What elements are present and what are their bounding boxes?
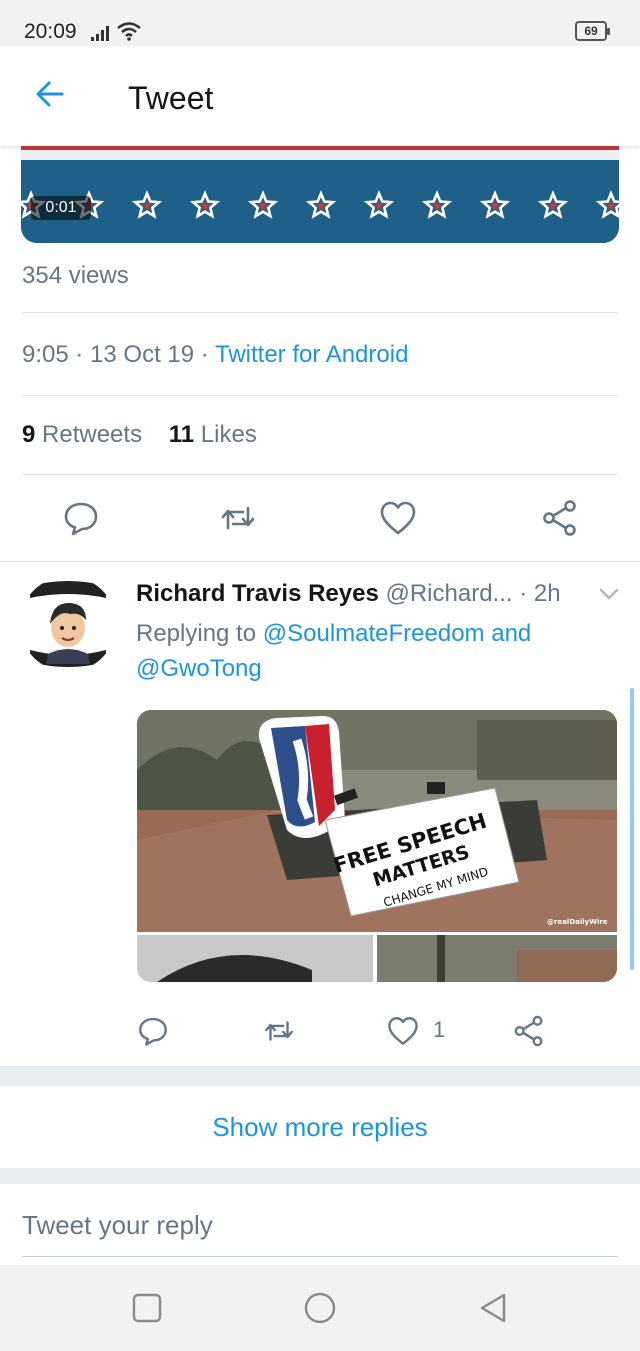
reply-author-name[interactable]: Richard Travis Reyes	[136, 580, 379, 607]
reply-input[interactable]: Tweet your reply	[22, 1197, 618, 1257]
tweet-source-link[interactable]: Twitter for Android	[215, 341, 408, 368]
media-watermark: @realDailyWire	[547, 918, 608, 926]
divider	[0, 561, 640, 562]
app-header: Tweet	[0, 46, 640, 146]
retweet-icon[interactable]	[218, 498, 258, 538]
retweets-stat[interactable]: 9 Retweets	[22, 421, 142, 448]
likes-stat[interactable]: 11 Likes	[169, 421, 257, 448]
scrollbar[interactable]	[630, 688, 634, 970]
tweet-media[interactable]: FREE SPEECH MATTERS CHANGE MY MIND @real…	[137, 710, 617, 982]
media-image: FREE SPEECH MATTERS CHANGE MY MIND @real…	[137, 710, 617, 982]
reply-time: · 2h	[512, 580, 561, 607]
video-duration: 0:01	[31, 196, 91, 220]
page-title: Tweet	[128, 80, 214, 116]
back-icon[interactable]	[476, 1291, 510, 1325]
mention-link[interactable]: @GwoTong	[136, 655, 262, 682]
video-frame-strip	[21, 146, 619, 160]
replying-to: Replying to @SoulmateFreedom and @GwoTon…	[136, 616, 606, 686]
reply-author-handle: @Richard...	[378, 580, 513, 607]
retweets-label: Retweets	[35, 421, 143, 448]
reply-icon[interactable]	[61, 498, 101, 538]
avatar-cartoon-icon	[20, 576, 116, 672]
share-icon[interactable]	[512, 1014, 546, 1048]
reply-icon[interactable]	[136, 1014, 170, 1048]
tweet-timestamp: 9:05 · 13 Oct 19 ·	[22, 341, 215, 368]
signal-icon	[91, 26, 109, 41]
wifi-icon	[117, 22, 141, 41]
status-bar: 20:09 69	[0, 0, 640, 46]
video-stars-pattern	[21, 190, 619, 219]
recent-apps-icon[interactable]	[130, 1291, 164, 1325]
replying-and: and	[484, 620, 532, 647]
retweets-count: 9	[22, 421, 36, 448]
video-player[interactable]: 0:01	[21, 146, 619, 243]
divider	[22, 312, 618, 313]
tweet-meta: 9:05 · 13 Oct 19 · Twitter for Android	[22, 341, 408, 369]
tweet-stats: 9 Retweets 11 Likes	[22, 421, 257, 449]
divider	[22, 474, 618, 475]
replying-prefix: Replying to	[136, 620, 263, 647]
reply-header: Richard Travis Reyes @Richard... · 2h	[136, 580, 561, 608]
battery-indicator: 69	[575, 21, 610, 41]
chevron-down-icon[interactable]	[598, 587, 620, 601]
status-time: 20:09	[24, 20, 77, 43]
reply-like-count: 1	[433, 1017, 446, 1042]
divider	[22, 395, 618, 396]
section-gap	[0, 1168, 640, 1184]
show-more-replies-button[interactable]: Show more replies	[0, 1086, 640, 1168]
home-icon[interactable]	[303, 1291, 337, 1325]
avatar[interactable]	[20, 576, 116, 672]
view-count: 354 views	[22, 262, 129, 289]
arrow-left-icon[interactable]	[32, 76, 68, 112]
like-icon[interactable]	[386, 1014, 420, 1048]
retweet-icon[interactable]	[262, 1014, 296, 1048]
mention-link[interactable]: @SoulmateFreedom	[263, 620, 485, 647]
likes-count: 11	[168, 421, 195, 448]
likes-label: Likes	[194, 421, 257, 448]
share-icon[interactable]	[540, 498, 580, 538]
section-gap	[0, 1066, 640, 1086]
like-icon[interactable]	[378, 498, 418, 538]
system-nav-bar	[0, 1265, 640, 1351]
